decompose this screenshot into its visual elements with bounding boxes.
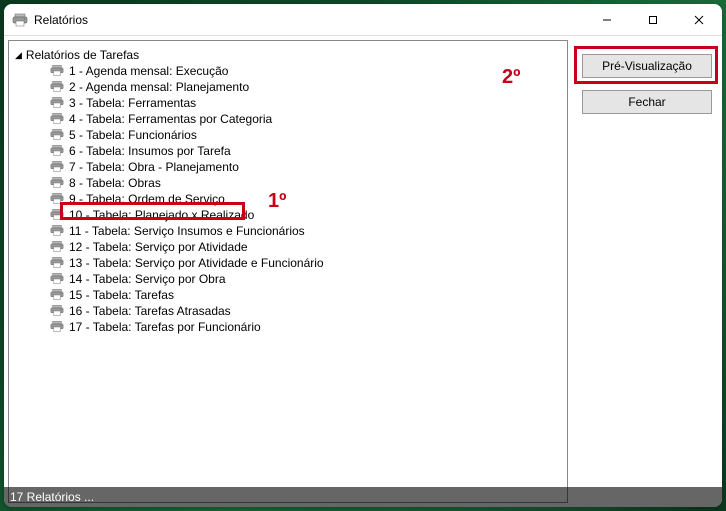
printer-icon bbox=[49, 272, 65, 286]
right-pane: Pré-Visualização Fechar bbox=[572, 36, 722, 507]
window-title: Relatórios bbox=[34, 13, 88, 27]
maximize-button[interactable] bbox=[630, 4, 676, 36]
printer-icon bbox=[12, 12, 28, 28]
statusbar: 17 Relatórios ... bbox=[4, 487, 722, 507]
printer-icon bbox=[49, 112, 65, 126]
tree-item-label: 2 - Agenda mensal: Planejamento bbox=[69, 80, 249, 95]
close-dialog-button[interactable]: Fechar bbox=[582, 90, 712, 114]
chevron-down-icon[interactable]: ◢ bbox=[15, 50, 22, 61]
tree-item[interactable]: 15 - Tabela: Tarefas bbox=[47, 287, 563, 303]
tree-item[interactable]: 1 - Agenda mensal: Execução bbox=[47, 63, 563, 79]
printer-icon bbox=[49, 64, 65, 78]
tree-item[interactable]: 9 - Tabela: Ordem de Serviço bbox=[47, 191, 563, 207]
report-window: Relatórios ◢ Relatórios de Tarefas 1 - A… bbox=[4, 4, 722, 507]
annotation-step2-label: 2º bbox=[502, 66, 520, 89]
tree-item-label: 10 - Tabela: Planejado x Realizado bbox=[69, 208, 254, 223]
tree-item-label: 16 - Tabela: Tarefas Atrasadas bbox=[69, 304, 231, 319]
printer-icon bbox=[49, 320, 65, 334]
tree-item-label: 1 - Agenda mensal: Execução bbox=[69, 64, 228, 79]
printer-icon bbox=[49, 80, 65, 94]
preview-button[interactable]: Pré-Visualização bbox=[582, 54, 712, 78]
tree-item[interactable]: 13 - Tabela: Serviço por Atividade e Fun… bbox=[47, 255, 563, 271]
tree-item-label: 11 - Tabela: Serviço Insumos e Funcionár… bbox=[69, 224, 305, 239]
printer-icon bbox=[49, 96, 65, 110]
tree-item-label: 12 - Tabela: Serviço por Atividade bbox=[69, 240, 248, 255]
tree-item-label: 17 - Tabela: Tarefas por Funcionário bbox=[69, 320, 261, 335]
tree-item[interactable]: 11 - Tabela: Serviço Insumos e Funcionár… bbox=[47, 223, 563, 239]
printer-icon bbox=[49, 144, 65, 158]
tree-item[interactable]: 3 - Tabela: Ferramentas bbox=[47, 95, 563, 111]
tree-root-label: Relatórios de Tarefas bbox=[26, 48, 139, 62]
tree-item-label: 14 - Tabela: Serviço por Obra bbox=[69, 272, 226, 287]
tree-item[interactable]: 2 - Agenda mensal: Planejamento bbox=[47, 79, 563, 95]
tree-item-label: 6 - Tabela: Insumos por Tarefa bbox=[69, 144, 231, 159]
tree-item-label: 4 - Tabela: Ferramentas por Categoria bbox=[69, 112, 272, 127]
printer-icon bbox=[49, 256, 65, 270]
printer-icon bbox=[49, 288, 65, 302]
tree-item[interactable]: 8 - Tabela: Obras bbox=[47, 175, 563, 191]
printer-icon bbox=[49, 128, 65, 142]
tree-item-label: 8 - Tabela: Obras bbox=[69, 176, 161, 191]
tree-item[interactable]: 16 - Tabela: Tarefas Atrasadas bbox=[47, 303, 563, 319]
window-controls bbox=[584, 4, 722, 36]
printer-icon bbox=[49, 304, 65, 318]
printer-icon bbox=[49, 160, 65, 174]
tree-root[interactable]: ◢ Relatórios de Tarefas bbox=[13, 47, 563, 63]
titlebar: Relatórios bbox=[4, 4, 722, 36]
tree-item[interactable]: 5 - Tabela: Funcionários bbox=[47, 127, 563, 143]
tree-item[interactable]: 12 - Tabela: Serviço por Atividade bbox=[47, 239, 563, 255]
minimize-button[interactable] bbox=[584, 4, 630, 36]
printer-icon bbox=[49, 224, 65, 238]
tree-item-label: 3 - Tabela: Ferramentas bbox=[69, 96, 196, 111]
tree-item-label: 13 - Tabela: Serviço por Atividade e Fun… bbox=[69, 256, 324, 271]
printer-icon bbox=[49, 176, 65, 190]
annotation-step1-label: 1º bbox=[268, 190, 286, 213]
tree-item[interactable]: 4 - Tabela: Ferramentas por Categoria bbox=[47, 111, 563, 127]
printer-icon bbox=[49, 192, 65, 206]
tree-item[interactable]: 17 - Tabela: Tarefas por Funcionário bbox=[47, 319, 563, 335]
tree-item-label: 7 - Tabela: Obra - Planejamento bbox=[69, 160, 239, 175]
close-button[interactable] bbox=[676, 4, 722, 36]
tree-item[interactable]: 10 - Tabela: Planejado x Realizado bbox=[47, 207, 563, 223]
tree-item-label: 9 - Tabela: Ordem de Serviço bbox=[69, 192, 225, 207]
content-area: ◢ Relatórios de Tarefas 1 - Agenda mensa… bbox=[4, 36, 722, 507]
tree-item[interactable]: 7 - Tabela: Obra - Planejamento bbox=[47, 159, 563, 175]
printer-icon bbox=[49, 208, 65, 222]
tree-item[interactable]: 6 - Tabela: Insumos por Tarefa bbox=[47, 143, 563, 159]
statusbar-text: 17 Relatórios ... bbox=[10, 490, 94, 504]
printer-icon bbox=[49, 240, 65, 254]
tree-item-label: 5 - Tabela: Funcionários bbox=[69, 128, 197, 143]
report-tree[interactable]: ◢ Relatórios de Tarefas 1 - Agenda mensa… bbox=[8, 40, 568, 503]
tree-item[interactable]: 14 - Tabela: Serviço por Obra bbox=[47, 271, 563, 287]
tree-item-label: 15 - Tabela: Tarefas bbox=[69, 288, 174, 303]
